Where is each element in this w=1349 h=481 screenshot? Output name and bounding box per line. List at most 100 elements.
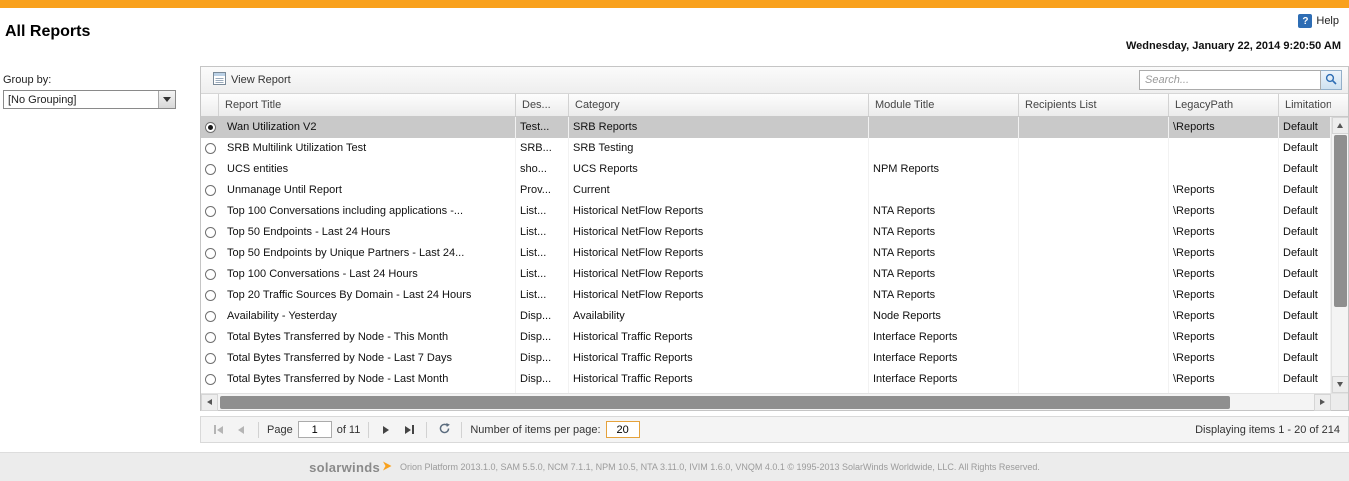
scroll-left-icon[interactable] xyxy=(201,393,218,411)
cell-recipients-list xyxy=(1019,264,1169,285)
vertical-scrollbar[interactable] xyxy=(1331,117,1348,393)
pager-first-button[interactable] xyxy=(209,421,227,439)
pager-separator xyxy=(426,421,428,438)
cell-recipients-list xyxy=(1019,159,1169,180)
cell-module-title: NPM Reports xyxy=(869,159,1019,180)
scrollbar-corner xyxy=(1331,394,1348,410)
header-description[interactable]: Des... xyxy=(516,94,569,116)
table-row[interactable]: Wan Utilization V2 Test... SRB Reports \… xyxy=(201,117,1331,138)
row-radio-button[interactable] xyxy=(204,311,216,322)
header-recipients-list[interactable]: Recipients List xyxy=(1019,94,1169,116)
row-radio-button[interactable] xyxy=(204,227,216,238)
refresh-icon xyxy=(438,422,451,438)
row-radio-button[interactable] xyxy=(204,164,216,175)
cell-module-title: Node Reports xyxy=(869,306,1019,327)
cell-recipients-list xyxy=(1019,306,1169,327)
row-radio-button[interactable] xyxy=(204,248,216,259)
cell-description: sho... xyxy=(516,159,569,180)
solarwinds-logo: solarwinds xyxy=(309,460,393,475)
table-row[interactable]: Availability - Yesterday Disp... Availab… xyxy=(201,306,1331,327)
cell-report-title: Wan Utilization V2 xyxy=(219,117,516,138)
horizontal-scrollbar[interactable] xyxy=(201,393,1331,411)
cell-legacy-path: \Reports xyxy=(1169,201,1279,222)
table-row[interactable]: Total Bytes Transferred by Node - Last M… xyxy=(201,369,1331,390)
row-radio-button[interactable] xyxy=(204,185,216,196)
cell-category: Historical Traffic Reports xyxy=(569,327,869,348)
search-input[interactable] xyxy=(1139,70,1321,90)
row-radio-button[interactable] xyxy=(204,290,216,301)
header-category[interactable]: Category xyxy=(569,94,869,116)
cell-limitation: Default xyxy=(1279,348,1331,369)
search-button[interactable] xyxy=(1321,70,1342,90)
help-button[interactable]: ? Help xyxy=(1298,14,1339,28)
solarwinds-logo-mark-icon xyxy=(381,460,393,475)
row-radio-button[interactable] xyxy=(204,143,216,154)
table-row[interactable]: Total Bytes Transferred by Node - Last 7… xyxy=(201,348,1331,369)
table-row[interactable]: SRB Multilink Utilization Test SRB... SR… xyxy=(201,138,1331,159)
view-report-label: View Report xyxy=(231,74,291,86)
report-table-body: Wan Utilization V2 Test... SRB Reports \… xyxy=(201,117,1331,393)
scroll-down-icon[interactable] xyxy=(1331,376,1348,393)
header-limitation[interactable]: Limitation xyxy=(1279,94,1331,116)
pager-last-button[interactable] xyxy=(400,421,418,439)
scroll-right-icon[interactable] xyxy=(1314,393,1331,411)
cell-report-title: Total Bytes Transferred by Node - This M… xyxy=(219,327,516,348)
cell-limitation: Default xyxy=(1279,327,1331,348)
table-row[interactable]: Unmanage Until Report Prov... Current \R… xyxy=(201,180,1331,201)
footer: solarwinds Orion Platform 2013.1.0, SAM … xyxy=(0,452,1349,481)
table-row[interactable]: Top 20 Traffic Sources By Domain - Last … xyxy=(201,285,1331,306)
header-legacy-path[interactable]: LegacyPath xyxy=(1169,94,1279,116)
cell-recipients-list xyxy=(1019,117,1169,138)
horizontal-scrollbar-thumb[interactable] xyxy=(220,395,1230,409)
cell-description: List... xyxy=(516,264,569,285)
table-row[interactable]: UCS entities sho... UCS Reports NPM Repo… xyxy=(201,159,1331,180)
table-row[interactable]: Total Bytes Transferred by Node - This M… xyxy=(201,327,1331,348)
solarwinds-logo-text: solarwinds xyxy=(309,459,380,475)
row-radio-button[interactable] xyxy=(204,206,216,217)
row-radio-button[interactable] xyxy=(204,122,216,133)
row-radio-button[interactable] xyxy=(204,353,216,364)
cell-description: Test... xyxy=(516,117,569,138)
vertical-scrollbar-thumb[interactable] xyxy=(1333,135,1347,307)
cell-recipients-list xyxy=(1019,201,1169,222)
row-radio-button[interactable] xyxy=(204,269,216,280)
horizontal-scrollbar-row xyxy=(201,393,1348,411)
header-report-title[interactable]: Report Title xyxy=(219,94,516,116)
cell-limitation: Default xyxy=(1279,243,1331,264)
pager-next-button[interactable] xyxy=(377,421,395,439)
cell-description: Disp... xyxy=(516,327,569,348)
brand-bar xyxy=(0,0,1349,8)
page-input[interactable] xyxy=(297,421,332,438)
cell-category: Current xyxy=(569,180,869,201)
scroll-up-icon[interactable] xyxy=(1331,117,1348,134)
view-report-button[interactable]: View Report xyxy=(207,70,297,90)
cell-category: Historical NetFlow Reports xyxy=(569,264,869,285)
table-row[interactable]: Top 50 Endpoints by Unique Partners - La… xyxy=(201,243,1331,264)
table-row[interactable]: Top 100 Conversations - Last 24 Hours Li… xyxy=(201,264,1331,285)
cell-module-title: Interface Reports xyxy=(869,348,1019,369)
table-row[interactable]: Top 50 Endpoints - Last 24 Hours List...… xyxy=(201,222,1331,243)
grid-toolbar: View Report xyxy=(201,67,1348,94)
cell-legacy-path: \Reports xyxy=(1169,222,1279,243)
cell-category: UCS Reports xyxy=(569,159,869,180)
group-by-select[interactable]: [No Grouping] xyxy=(3,90,176,109)
search-area xyxy=(1139,70,1342,90)
table-row[interactable]: Top 100 Conversations including applicat… xyxy=(201,201,1331,222)
pager-prev-button[interactable] xyxy=(232,421,250,439)
row-radio-button[interactable] xyxy=(204,374,216,385)
cell-description: Disp... xyxy=(516,348,569,369)
refresh-button[interactable] xyxy=(435,421,453,439)
items-per-page-input[interactable] xyxy=(605,421,640,438)
cell-category: SRB Reports xyxy=(569,117,869,138)
row-radio-button[interactable] xyxy=(204,332,216,343)
cell-category: Historical NetFlow Reports xyxy=(569,201,869,222)
grid-body: Wan Utilization V2 Test... SRB Reports \… xyxy=(201,117,1348,393)
cell-module-title xyxy=(869,117,1019,138)
cell-legacy-path: \Reports xyxy=(1169,285,1279,306)
search-icon xyxy=(1325,73,1337,88)
cell-description: List... xyxy=(516,222,569,243)
dropdown-arrow-icon[interactable] xyxy=(158,91,175,108)
pager-separator xyxy=(258,421,259,438)
page-label: Page xyxy=(267,423,293,436)
header-module-title[interactable]: Module Title xyxy=(869,94,1019,116)
